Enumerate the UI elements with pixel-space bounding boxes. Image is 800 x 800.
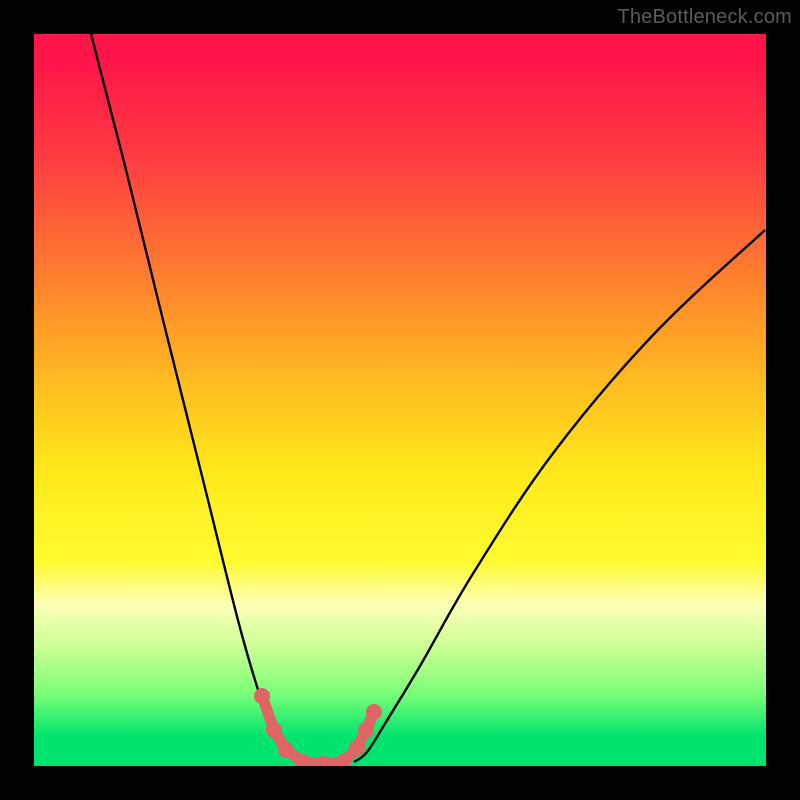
marker-dot	[315, 756, 331, 766]
curve-right-branch	[354, 230, 765, 762]
frame: TheBottleneck.com	[0, 0, 800, 800]
plot-area	[34, 34, 766, 766]
bottleneck-curve	[34, 34, 766, 766]
marker-dot	[366, 704, 382, 720]
marker-dot	[254, 688, 270, 704]
curve-left-branch	[91, 34, 298, 762]
marker-dot	[266, 722, 282, 738]
marker-dot	[358, 722, 374, 738]
marker-dot	[349, 740, 365, 756]
watermark-text: TheBottleneck.com	[617, 6, 792, 29]
marker-dot	[278, 742, 294, 758]
marker-dots	[254, 688, 382, 766]
